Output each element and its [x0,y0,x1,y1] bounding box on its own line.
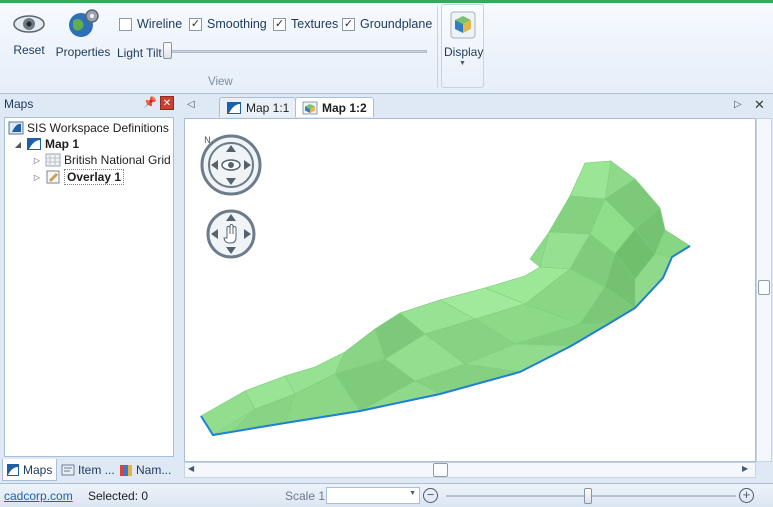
tab-named-label: Nam... [136,463,172,477]
collapsed-arrow-icon[interactable]: ▷ [32,156,42,165]
properties-button[interactable]: Properties [55,8,111,59]
smoothing-label: Smoothing [207,17,267,31]
terrain-3d-surface [200,160,691,437]
workspace-icon [8,121,24,135]
display-3d-icon [450,11,476,39]
tab-map-1-2-label: Map 1:2 [322,100,367,115]
cadcorp-link[interactable]: cadcorp.com [4,489,73,503]
map-tab-icon [227,101,241,114]
textures-label: Textures [291,17,339,31]
tree-label-british-national-grid: British National Grid [64,153,171,167]
collapsed-arrow-icon[interactable]: ▷ [32,173,42,182]
wireline-label: Wireline [137,17,183,31]
maps-panel-title: Maps [4,97,34,111]
smoothing-checkbox[interactable]: ✓ Smoothing [189,17,267,31]
light-tilt-label: Light Tilt [117,46,162,60]
zoom-in-button[interactable]: + [739,488,754,503]
close-panel-button[interactable]: ✕ [160,96,174,110]
chevron-down-icon[interactable]: ▼ [409,490,416,497]
tab-map-1-2[interactable]: Map 1:2 [295,97,374,117]
maps-tab-icon [7,463,19,476]
display-button[interactable]: Display ▼ [441,4,484,88]
properties-label: Properties [55,45,111,59]
tab-maps-label: Maps [23,462,53,477]
scroll-tabs-right-icon[interactable]: ▷ [734,99,742,110]
wireline-checkbox-box[interactable] [119,17,132,31]
map-canvas[interactable]: N [184,118,756,462]
view-group-label: View [208,76,233,88]
close-tab-button[interactable]: ✕ [754,97,765,113]
named-tab-icon [120,465,132,476]
textures-checkbox-box[interactable]: ✓ [273,17,286,31]
scale-combobox[interactable]: ▼ [326,487,420,504]
panel-bottom-tabs: Maps Item ... Nam... [0,459,180,481]
globe-gear-icon [69,9,99,37]
zoom-out-button[interactable]: − [423,488,438,503]
3d-map-tab-icon [302,101,318,114]
tab-named[interactable]: Nam... [116,459,176,481]
tab-map-1-1-label: Map 1:1 [246,100,290,115]
items-tab-icon [61,464,75,476]
ribbon-accent-line [0,0,773,3]
tree-label-workspace: SIS Workspace Definitions [27,121,169,135]
tree-label-map-1: Map 1 [45,137,80,151]
tree-item-british-national-grid[interactable]: ▷ British National Grid [32,153,171,167]
wireline-checkbox[interactable]: Wireline [119,17,182,31]
tab-items[interactable]: Item ... [58,459,116,481]
horizontal-scroll-thumb[interactable] [433,463,448,477]
reset-label: Reset [13,43,45,57]
tab-items-label: Item ... [78,463,115,477]
groundplane-checkbox[interactable]: ✓ Groundplane [342,17,432,31]
light-tilt-slider-track[interactable] [165,50,427,53]
tree-item-map-1[interactable]: ◢ Map 1 [13,137,79,151]
tree-label-overlay-1: Overlay 1 [64,169,125,185]
maps-tree: SIS Workspace Definitions ◢ Map 1 ▷ Brit… [4,117,174,457]
pin-icon[interactable]: 📌 [143,96,157,109]
dropdown-arrow-icon: ▼ [459,60,466,67]
scroll-right-arrow-icon[interactable]: ▶ [742,464,748,473]
textures-checkbox[interactable]: ✓ Textures [273,17,338,31]
map-icon [27,138,41,150]
groundplane-checkbox-box[interactable]: ✓ [342,17,355,31]
tree-item-workspace[interactable]: SIS Workspace Definitions [8,121,169,135]
display-label: Display [444,45,484,59]
ribbon: Reset Properties Wireline ✓ Smoothing ✓ … [0,0,773,94]
maps-panel: Maps 📌 ✕ SIS Workspace Definitions ◢ Map… [0,95,180,482]
vertical-scroll-thumb[interactable] [758,280,770,295]
map-view-area: ◁ Map 1:1 Map 1:2 ▷ ✕ N ◀ ▶ [181,95,773,482]
groundplane-label: Groundplane [360,17,433,31]
vertical-scrollbar[interactable] [756,118,772,462]
grid-icon [45,153,61,167]
group-separator [437,6,438,88]
tree-item-overlay-1[interactable]: ▷ Overlay 1 [32,169,125,185]
selected-count: Selected: 0 [88,489,149,503]
zoom-slider-thumb[interactable] [584,488,592,504]
eye-icon [13,15,45,33]
map-tab-strip: ◁ Map 1:1 Map 1:2 ▷ ✕ [181,95,773,117]
light-tilt-slider-thumb[interactable] [163,42,172,59]
status-bar: cadcorp.com Selected: 0 Scale 1: ▼ − + [0,483,773,507]
smoothing-checkbox-box[interactable]: ✓ [189,17,202,31]
tab-maps[interactable]: Maps [2,459,57,481]
scroll-left-arrow-icon[interactable]: ◀ [188,464,194,473]
tab-map-1-1[interactable]: Map 1:1 [219,97,297,117]
reset-button[interactable]: Reset [10,10,48,57]
horizontal-scrollbar[interactable]: ◀ ▶ [184,462,756,478]
overlay-icon [46,170,60,184]
scroll-tabs-left-icon[interactable]: ◁ [187,99,195,110]
scale-label: Scale 1: [285,489,329,503]
expanded-arrow-icon[interactable]: ◢ [13,140,23,149]
